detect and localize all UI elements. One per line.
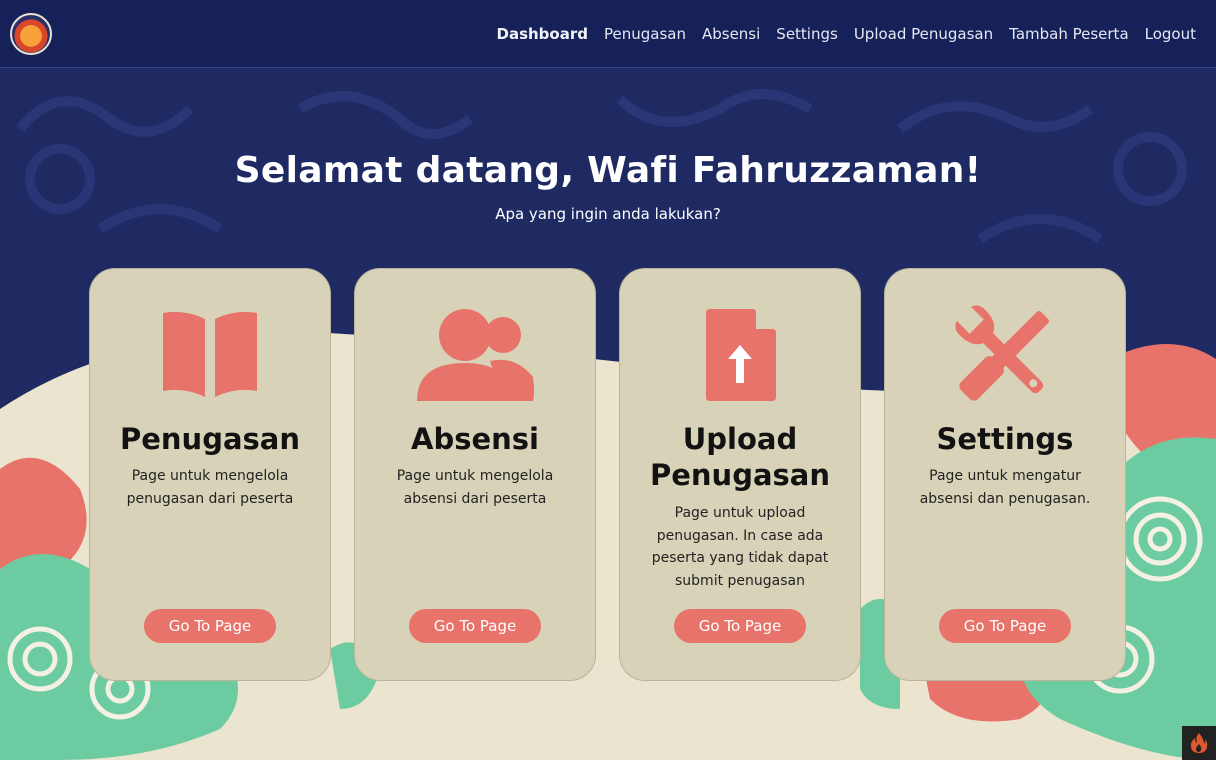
go-to-penugasan-button[interactable]: Go To Page: [144, 609, 276, 643]
welcome-title: Selamat datang, Wafi Fahruzzaman!: [234, 150, 982, 191]
card-title: Absensi: [411, 422, 539, 456]
card-title: Upload Penugasan: [649, 422, 831, 492]
nav-links: Dashboard Penugasan Absensi Settings Upl…: [489, 25, 1205, 43]
card-absensi: Absensi Page untuk mengelola absensi dar…: [354, 268, 596, 681]
card-upload-penugasan: Upload Penugasan Page untuk upload penug…: [619, 268, 861, 681]
welcome-subtitle: Apa yang ingin anda lakukan?: [495, 205, 721, 223]
nav-penugasan[interactable]: Penugasan: [596, 25, 694, 43]
go-to-upload-penugasan-button[interactable]: Go To Page: [674, 609, 806, 643]
card-description: Page untuk mengelola penugasan dari pese…: [126, 468, 294, 507]
card-title: Settings: [936, 422, 1074, 456]
card-description: Page untuk mengelola absensi dari pesert…: [396, 468, 554, 507]
book-open-icon: [163, 311, 257, 397]
go-to-settings-button[interactable]: Go To Page: [939, 609, 1071, 643]
nav-settings[interactable]: Settings: [768, 25, 846, 43]
card-description: Page untuk upload penugasan. In case ada…: [651, 505, 829, 589]
card-title: Penugasan: [119, 422, 301, 456]
tools-icon: [955, 305, 1050, 401]
nav-upload-penugasan[interactable]: Upload Penugasan: [846, 25, 1001, 43]
nav-absensi[interactable]: Absensi: [694, 25, 768, 43]
brand-logo[interactable]: [10, 12, 52, 55]
nav-tambah-peserta[interactable]: Tambah Peserta: [1001, 25, 1137, 43]
users-icon: [417, 309, 534, 401]
nav-dashboard[interactable]: Dashboard: [489, 25, 596, 43]
go-to-absensi-button[interactable]: Go To Page: [409, 609, 541, 643]
debug-toolbar-button[interactable]: [1182, 726, 1216, 760]
hero: Selamat datang, Wafi Fahruzzaman! Apa ya…: [0, 150, 1216, 223]
card-penugasan: Penugasan Page untuk mengelola penugasan…: [89, 268, 331, 681]
nav-logout[interactable]: Logout: [1137, 25, 1204, 43]
card-description: Page untuk mengatur absensi dan penugasa…: [919, 468, 1091, 507]
flame-icon: [1190, 733, 1208, 753]
card-settings: Settings Page untuk mengatur absensi dan…: [884, 268, 1126, 681]
navbar: Dashboard Penugasan Absensi Settings Upl…: [0, 0, 1216, 68]
file-upload-icon: [706, 309, 776, 401]
